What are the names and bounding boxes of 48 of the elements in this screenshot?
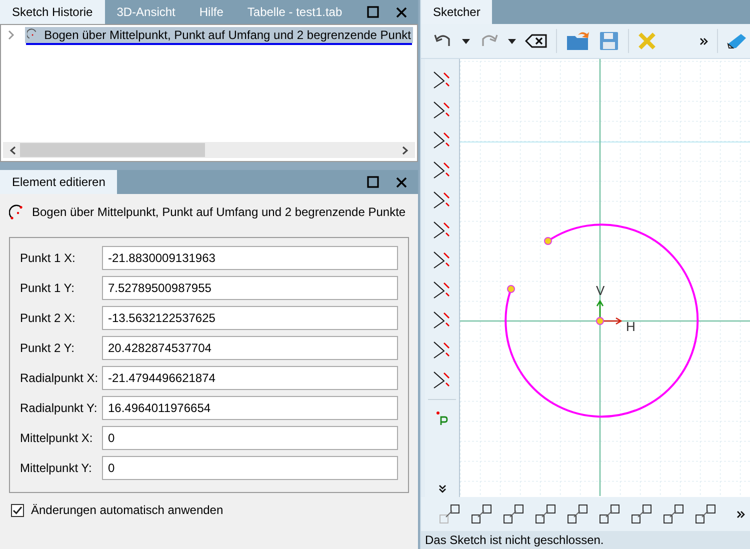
field-label: Mittelpunkt X: bbox=[20, 431, 94, 445]
horizontal-scrollbar[interactable] bbox=[3, 142, 415, 158]
input-field[interactable]: -13.5632122537625 bbox=[102, 306, 398, 330]
move-icon[interactable] bbox=[471, 504, 493, 524]
maximize-icon[interactable] bbox=[367, 6, 379, 18]
origin-point[interactable] bbox=[596, 317, 604, 325]
chevrons-down-icon[interactable] bbox=[438, 485, 446, 493]
arc-icon bbox=[9, 204, 25, 220]
move-icon[interactable] bbox=[439, 504, 461, 524]
field-label: Radialpunkt Y: bbox=[20, 401, 98, 415]
field-label: Punkt 2 Y: bbox=[20, 341, 76, 355]
backspace-icon[interactable] bbox=[525, 34, 547, 48]
folder-icon[interactable] bbox=[566, 30, 590, 52]
scroll-right-icon[interactable] bbox=[402, 146, 409, 154]
field-label: Punkt 2 X: bbox=[20, 311, 76, 325]
checkbox[interactable] bbox=[11, 504, 24, 516]
chevrons-right-icon[interactable] bbox=[737, 510, 745, 518]
field-label: Punkt 1 Y: bbox=[20, 281, 76, 295]
element-title: Bogen über Mittelpunkt, Punkt auf Umfang und 2 begrenzende Punkte bbox=[32, 205, 406, 219]
eraser-icon[interactable] bbox=[727, 33, 747, 49]
close-icon[interactable] bbox=[396, 176, 407, 188]
input-field[interactable]: 16.4964011976654 bbox=[102, 396, 398, 420]
field-label: Mittelpunkt Y: bbox=[20, 461, 93, 475]
panel-tab[interactable]: Sketch Historie bbox=[0, 0, 105, 24]
tree-item[interactable]: Bogen über Mittelpunkt, Punkt auf Umfang und 2 begrenzende Punkt bbox=[25, 27, 413, 43]
chevrons-right-icon[interactable] bbox=[700, 38, 708, 44]
field-label: Punkt 1 X: bbox=[20, 251, 76, 265]
input-field[interactable]: 0 bbox=[102, 456, 398, 480]
input-field[interactable]: -21.8830009131963 bbox=[102, 246, 398, 270]
field-label: Radialpunkt X: bbox=[20, 371, 100, 385]
undo-icon[interactable] bbox=[433, 33, 453, 49]
panel-tab[interactable]: Sketcher bbox=[421, 0, 492, 24]
arc[interactable] bbox=[504, 224, 698, 418]
input-field[interactable]: -21.4794496621874 bbox=[102, 366, 398, 390]
dropdown-caret-icon[interactable] bbox=[508, 38, 516, 44]
axis-label: H bbox=[626, 319, 636, 334]
input-field[interactable]: 20.4282874537704 bbox=[102, 336, 398, 360]
dropdown-caret-icon[interactable] bbox=[462, 38, 470, 44]
point-icon[interactable] bbox=[435, 410, 449, 426]
maximize-icon[interactable] bbox=[367, 176, 379, 188]
input-field[interactable]: 7.52789500987955 bbox=[102, 276, 398, 300]
checkbox-label: Änderungen automatisch anwenden bbox=[31, 503, 224, 517]
close-icon[interactable] bbox=[396, 6, 407, 18]
input-field[interactable]: 0 bbox=[102, 426, 398, 450]
expand-chevron-icon[interactable] bbox=[7, 30, 15, 40]
panel-tab[interactable]: Element editieren bbox=[0, 170, 118, 194]
scroll-left-icon[interactable] bbox=[9, 146, 16, 154]
status-bar: Das Sketch ist nicht geschlossen. bbox=[421, 531, 750, 549]
